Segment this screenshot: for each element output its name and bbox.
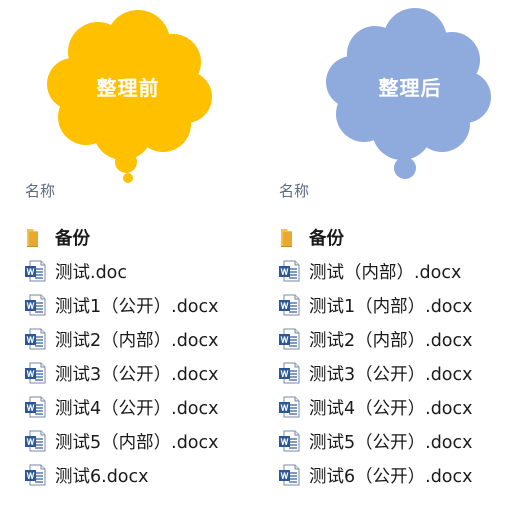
- column-header-name[interactable]: 名称: [24, 178, 254, 204]
- file-name-label: 测试5（内部）.docx: [55, 432, 219, 453]
- word-document-icon: [24, 395, 46, 419]
- file-name-label: 测试4（公开）.docx: [309, 398, 473, 419]
- file-item[interactable]: 测试1（内部）.docx: [278, 288, 508, 322]
- file-item[interactable]: 测试5（内部）.docx: [24, 424, 254, 458]
- folder-item[interactable]: 备份: [24, 220, 254, 254]
- word-document-icon: [278, 395, 300, 419]
- word-document-icon: [278, 259, 300, 283]
- file-list-panel-before: 名称 备份测试.doc 测试1（公开）.docx 测试2（内部）.docx 测试3（公…: [24, 178, 254, 492]
- word-document-icon: [24, 327, 46, 351]
- word-document-icon: [278, 327, 300, 351]
- file-name-label: 测试1（公开）.docx: [55, 296, 219, 317]
- file-name-label: 测试（内部）.docx: [309, 262, 462, 283]
- file-item[interactable]: 测试2（内部）.docx: [24, 322, 254, 356]
- file-name-label: 测试3（公开）.docx: [309, 364, 473, 385]
- file-item[interactable]: 测试2（内部）.docx: [278, 322, 508, 356]
- word-document-icon: [24, 259, 46, 283]
- cloud-callout-before: 整理前: [47, 10, 212, 183]
- file-item[interactable]: 测试3（公开）.docx: [278, 356, 508, 390]
- file-name-label: 测试6（公开）.docx: [309, 466, 473, 487]
- file-item[interactable]: 测试3（公开）.docx: [24, 356, 254, 390]
- word-document-icon: [278, 361, 300, 385]
- file-name-label: 测试1（内部）.docx: [309, 296, 473, 317]
- word-document-icon: [24, 361, 46, 385]
- file-item[interactable]: 测试（内部）.docx: [278, 254, 508, 288]
- folder-item[interactable]: 备份: [278, 220, 508, 254]
- word-document-icon: [278, 293, 300, 317]
- file-name-label: 备份: [309, 228, 344, 249]
- file-name-label: 测试2（内部）.docx: [309, 330, 473, 351]
- column-header-name[interactable]: 名称: [278, 178, 508, 204]
- file-item[interactable]: 测试1（公开）.docx: [24, 288, 254, 322]
- file-name-label: 测试4（公开）.docx: [55, 398, 219, 419]
- word-document-icon: [278, 429, 300, 453]
- word-document-icon: [278, 463, 300, 487]
- file-item[interactable]: 测试6.docx: [24, 458, 254, 492]
- folder-icon: [278, 225, 300, 249]
- cloud-label-before: 整理前: [96, 76, 160, 100]
- file-item[interactable]: 测试.doc: [24, 254, 254, 288]
- file-list-panel-after: 名称 备份测试（内部）.docx 测试1（内部）.docx 测试2（内部）.docx…: [278, 178, 508, 492]
- file-name-label: 测试2（内部）.docx: [55, 330, 219, 351]
- file-item[interactable]: 测试4（公开）.docx: [278, 390, 508, 424]
- file-item[interactable]: 测试5（公开）.docx: [278, 424, 508, 458]
- file-list: 备份测试（内部）.docx 测试1（内部）.docx 测试2（内部）.docx 测试3…: [278, 220, 508, 492]
- file-item[interactable]: 测试4（公开）.docx: [24, 390, 254, 424]
- file-name-label: 备份: [55, 228, 90, 249]
- file-name-label: 测试3（公开）.docx: [55, 364, 219, 385]
- file-name-label: 测试6.docx: [55, 466, 149, 487]
- cloud-callout-after: 整理后: [326, 8, 491, 182]
- word-document-icon: [24, 463, 46, 487]
- file-item[interactable]: 测试6（公开）.docx: [278, 458, 508, 492]
- cloud-label-after: 整理后: [378, 76, 442, 100]
- word-document-icon: [24, 293, 46, 317]
- file-name-label: 测试5（公开）.docx: [309, 432, 473, 453]
- folder-icon: [24, 225, 46, 249]
- file-name-label: 测试.doc: [55, 262, 127, 283]
- file-list: 备份测试.doc 测试1（公开）.docx 测试2（内部）.docx 测试3（公开）.…: [24, 220, 254, 492]
- word-document-icon: [24, 429, 46, 453]
